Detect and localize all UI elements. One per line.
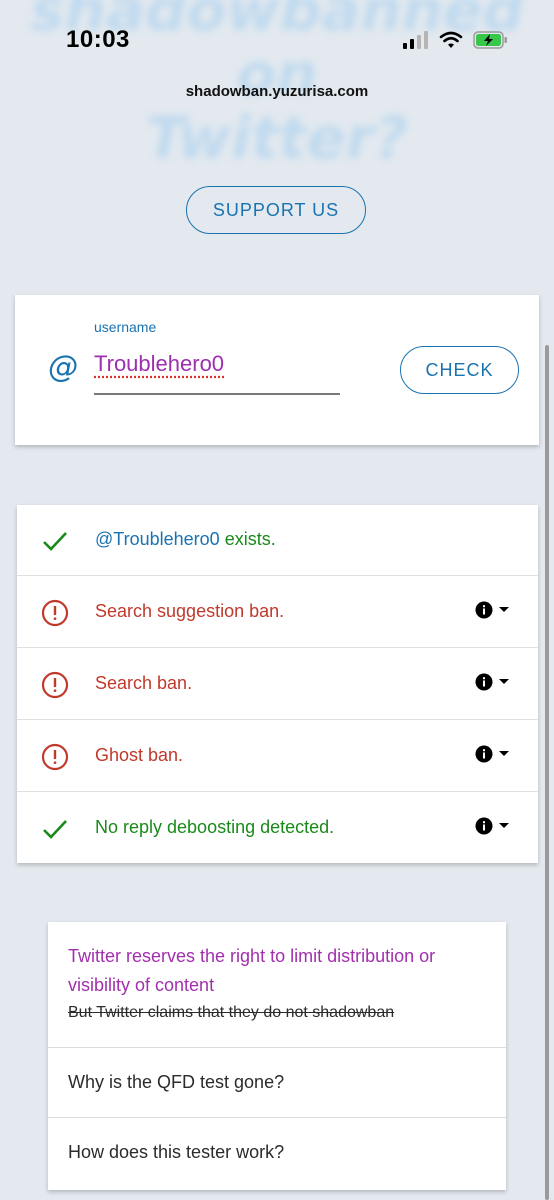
- username-card: @ username Troublehero0 CHECK: [15, 295, 539, 445]
- caret-down-icon: [499, 823, 509, 828]
- result-row-search-suggestion-ban[interactable]: Search suggestion ban.: [17, 577, 538, 648]
- caret-down-icon: [499, 607, 509, 612]
- info-toggle[interactable]: [475, 601, 509, 619]
- alert-circle-icon: [41, 743, 69, 771]
- check-icon: [43, 532, 67, 551]
- info-toggle[interactable]: [475, 745, 509, 763]
- scrollbar[interactable]: [545, 345, 549, 1200]
- info-icon: [475, 601, 493, 619]
- result-status-text: exists.: [219, 529, 276, 549]
- result-text: Search ban.: [95, 673, 193, 693]
- alert-circle-icon: [41, 671, 69, 699]
- wifi-icon: [439, 31, 463, 48]
- username-input[interactable]: Troublehero0: [94, 351, 224, 377]
- results-card: @Troublehero0 exists. Search suggestion …: [17, 505, 538, 863]
- faq-item-limit-distribution[interactable]: Twitter reserves the right to limit dist…: [48, 922, 506, 1048]
- result-text: Ghost ban.: [95, 745, 184, 765]
- faq-title: Why is the QFD test gone?: [68, 1072, 285, 1092]
- banner-line-2: Twitter?: [145, 104, 409, 172]
- username-label: username: [94, 319, 157, 335]
- result-row-reply-deboosting[interactable]: No reply deboosting detected.: [17, 793, 538, 864]
- check-icon: [43, 820, 67, 839]
- result-row-search-ban[interactable]: Search ban.: [17, 649, 538, 720]
- result-text: @Troublehero0 exists.: [95, 529, 276, 550]
- info-toggle[interactable]: [475, 673, 509, 691]
- at-sign-icon: @: [48, 350, 78, 385]
- signal-icon: [403, 31, 428, 49]
- info-icon: [475, 745, 493, 763]
- info-toggle[interactable]: [475, 817, 509, 835]
- faq-title: How does this tester work?: [68, 1142, 285, 1162]
- status-bar: 10:03: [0, 0, 554, 80]
- caret-down-icon: [499, 679, 509, 684]
- faq-item-qfd-test[interactable]: Why is the QFD test gone?: [48, 1048, 506, 1118]
- battery-charging-icon: [473, 31, 507, 49]
- info-icon: [475, 673, 493, 691]
- faq-item-how-tester-works[interactable]: How does this tester work?: [48, 1118, 506, 1190]
- check-button[interactable]: CHECK: [400, 346, 519, 394]
- faq-subtitle: But Twitter claims that they do not shad…: [68, 1004, 395, 1021]
- result-text: Search suggestion ban.: [95, 601, 285, 621]
- faq-card: Twitter reserves the right to limit dist…: [48, 922, 506, 1190]
- input-underline: [94, 393, 340, 395]
- site-url: shadowban.yuzurisa.com: [185, 83, 369, 100]
- result-handle: @Troublehero0: [95, 529, 220, 549]
- info-icon: [475, 817, 493, 835]
- status-time: 10:03: [66, 26, 130, 53]
- caret-down-icon: [499, 751, 509, 756]
- result-row-exists: @Troublehero0 exists.: [17, 505, 538, 576]
- system-icons: [403, 31, 509, 49]
- result-text: No reply deboosting detected.: [95, 817, 335, 837]
- result-row-ghost-ban[interactable]: Ghost ban.: [17, 721, 538, 792]
- support-us-button[interactable]: SUPPORT US: [186, 186, 366, 234]
- faq-title: Twitter reserves the right to limit dist…: [68, 946, 436, 995]
- alert-circle-icon: [41, 599, 69, 627]
